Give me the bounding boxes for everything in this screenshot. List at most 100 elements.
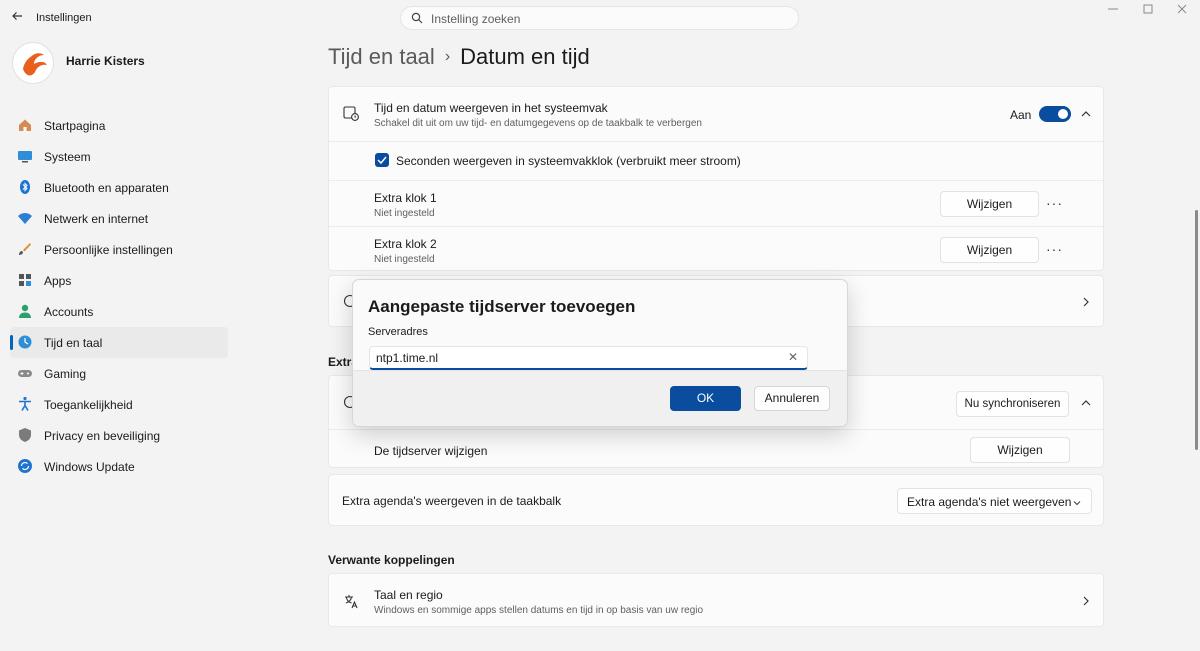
page-title: Datum en tijd	[460, 44, 590, 69]
chevron-up-icon[interactable]	[1080, 397, 1092, 409]
sidebar-item-startpagina[interactable]: Startpagina	[10, 110, 228, 141]
update-icon	[18, 459, 32, 473]
sidebar-item-persoonlijk[interactable]: Persoonlijke instellingen	[10, 234, 228, 265]
systray-subtitle: Schakel dit uit om uw tijd- en datumgege…	[374, 118, 702, 129]
systray-toggle[interactable]	[1039, 106, 1071, 122]
arrow-left-icon	[12, 12, 22, 20]
breadcrumb: Tijd en taal › Datum en tijd	[328, 44, 590, 70]
brush-icon	[19, 243, 31, 255]
dialog-footer: OK Annuleren	[353, 370, 847, 426]
sidebar-item-label: Startpagina	[44, 119, 106, 133]
close-icon	[1177, 4, 1187, 14]
clear-icon[interactable]: ✕	[787, 351, 799, 363]
chevron-right-icon	[1083, 297, 1089, 307]
system-icon	[18, 151, 32, 163]
divider	[329, 429, 1103, 430]
scrollbar[interactable]	[1195, 210, 1198, 450]
extra-clock-2-subtitle: Niet ingesteld	[374, 254, 435, 265]
sync-now-button[interactable]: Nu synchroniseren	[956, 391, 1069, 417]
more-options-icon[interactable]: ···	[1046, 242, 1062, 260]
avatar	[12, 42, 54, 84]
divider	[329, 226, 1103, 227]
sidebar-item-windows-update[interactable]: Windows Update	[10, 451, 228, 482]
dialog-title: Aangepaste tijdserver toevoegen	[368, 297, 636, 316]
breadcrumb-separator: ›	[444, 48, 451, 65]
server-address-input[interactable]	[376, 349, 776, 367]
time-language-icon	[18, 335, 32, 349]
wifi-icon	[18, 213, 32, 224]
divider	[329, 141, 1103, 142]
sidebar-nav: Startpagina Systeem Bluetooth en apparat…	[10, 110, 228, 482]
server-address-field[interactable]: ✕	[369, 346, 808, 370]
extra-clock-1-change-button[interactable]: Wijzigen	[940, 191, 1039, 217]
timeserver-change-button[interactable]: Wijzigen	[970, 437, 1070, 463]
clock-calendar-icon	[343, 106, 359, 121]
toggle-state-label: Aan	[1010, 108, 1032, 122]
calendar-dropdown-value: Extra agenda's niet weergeven	[907, 495, 1072, 509]
calendar-label: Extra agenda's weergeven in de taakbalk	[342, 494, 562, 508]
seconds-checkbox-label[interactable]: Seconden weergeven in systeemvakklok (ve…	[396, 154, 741, 168]
sidebar-item-gaming[interactable]: Gaming	[10, 358, 228, 389]
back-button[interactable]	[8, 9, 26, 27]
ok-button[interactable]: OK	[670, 386, 741, 411]
language-region-link[interactable]: Taal en regio Windows en sommige apps st…	[328, 573, 1104, 627]
add-timeserver-dialog: Aangepaste tijdserver toevoegen Serverad…	[352, 279, 848, 427]
more-options-icon[interactable]: ···	[1046, 196, 1062, 214]
extra-clock-2-change-button[interactable]: Wijzigen	[940, 237, 1039, 263]
search-box[interactable]	[400, 6, 799, 30]
sidebar-item-label: Toegankelijkheid	[44, 398, 133, 412]
close-button[interactable]	[1167, 4, 1197, 20]
avatar-image	[14, 44, 53, 83]
shield-icon	[19, 428, 31, 442]
gamepad-icon	[18, 370, 32, 377]
calendar-card: Extra agenda's weergeven in de taakbalk …	[328, 474, 1104, 526]
minimize-button[interactable]	[1098, 4, 1128, 20]
sidebar-item-label: Persoonlijke instellingen	[44, 243, 173, 257]
sidebar-item-accounts[interactable]: Accounts	[10, 296, 228, 327]
search-icon	[411, 12, 423, 24]
sidebar-item-label: Bluetooth en apparaten	[44, 181, 169, 195]
sidebar-item-label: Apps	[44, 274, 72, 288]
extra-clock-1-title: Extra klok 1	[374, 191, 437, 205]
divider	[329, 180, 1103, 181]
related-links-title: Verwante koppelingen	[328, 553, 455, 567]
cancel-button[interactable]: Annuleren	[754, 386, 830, 411]
seconds-checkbox[interactable]	[375, 153, 389, 167]
profile-name: Harrie Kisters	[66, 54, 145, 68]
systray-card: Tijd en datum weergeven in het systeemva…	[328, 86, 1104, 271]
sidebar-item-toegankelijkheid[interactable]: Toegankelijkheid	[10, 389, 228, 420]
sidebar-item-label: Privacy en beveiliging	[44, 429, 161, 443]
server-address-label: Serveradres	[368, 326, 428, 338]
sidebar-item-tijd-en-taal[interactable]: Tijd en taal	[10, 327, 228, 358]
app-title: Instellingen	[36, 12, 92, 24]
sidebar-item-bluetooth[interactable]: Bluetooth en apparaten	[10, 172, 228, 203]
timeserver-label: De tijdserver wijzigen	[374, 444, 488, 458]
breadcrumb-parent[interactable]: Tijd en taal	[328, 44, 435, 69]
extra-clock-1-subtitle: Niet ingesteld	[374, 208, 435, 219]
apps-icon	[19, 274, 31, 286]
sidebar-item-label: Systeem	[44, 150, 91, 164]
calendar-dropdown[interactable]: Extra agenda's niet weergeven	[897, 488, 1092, 514]
sidebar-item-label: Netwerk en internet	[44, 212, 149, 226]
sidebar-item-systeem[interactable]: Systeem	[10, 141, 228, 172]
language-icon	[345, 595, 358, 609]
extra-clock-2-title: Extra klok 2	[374, 237, 437, 251]
maximize-icon	[1143, 4, 1153, 14]
chevron-down-icon	[1073, 501, 1081, 506]
sidebar-item-label: Tijd en taal	[44, 336, 103, 350]
bluetooth-icon	[20, 180, 30, 194]
sidebar-item-privacy[interactable]: Privacy en beveiliging	[10, 420, 228, 451]
user-profile[interactable]: Harrie Kisters	[12, 42, 232, 86]
title-bar: Instellingen	[0, 0, 1200, 36]
chevron-right-icon	[1083, 596, 1089, 606]
sidebar-item-label: Windows Update	[44, 460, 135, 474]
sidebar-item-label: Gaming	[44, 367, 87, 381]
chevron-up-icon[interactable]	[1080, 108, 1092, 120]
maximize-button[interactable]	[1133, 4, 1163, 20]
sidebar-item-apps[interactable]: Apps	[10, 265, 228, 296]
sidebar-item-netwerk[interactable]: Netwerk en internet	[10, 203, 228, 234]
sidebar-item-label: Accounts	[44, 305, 94, 319]
search-input[interactable]	[431, 10, 771, 28]
minimize-icon	[1108, 8, 1118, 10]
language-region-subtitle: Windows en sommige apps stellen datums e…	[374, 605, 704, 616]
